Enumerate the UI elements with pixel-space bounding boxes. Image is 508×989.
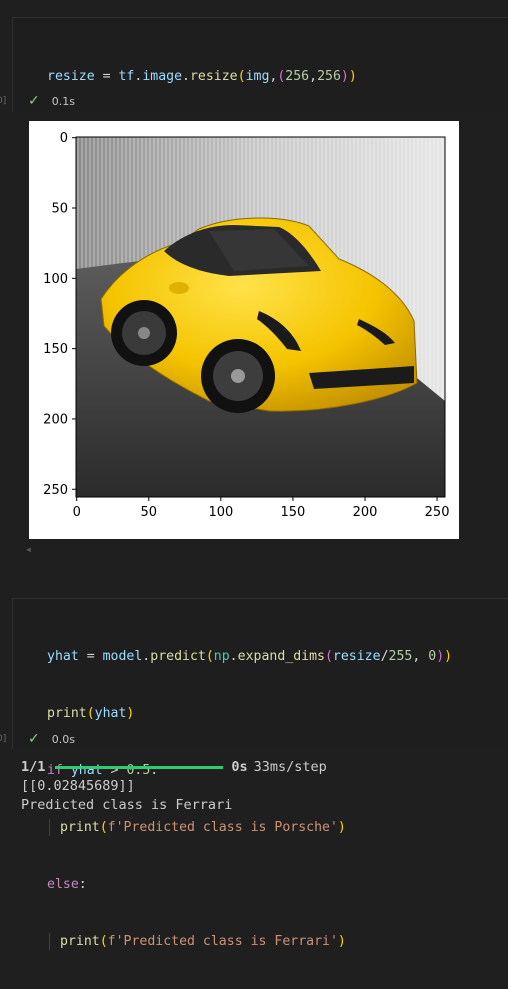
code-line: else: xyxy=(47,875,452,894)
code-line: print(f'Predicted class is Ferrari') xyxy=(47,932,452,951)
token: tf xyxy=(118,69,135,84)
code-line: print(yhat) xyxy=(47,704,452,723)
y-tick-label: 200 xyxy=(43,412,68,427)
token: model xyxy=(102,649,143,664)
x-tick-label: 250 xyxy=(425,505,450,520)
y-tick-label: 50 xyxy=(51,202,68,217)
x-tick-label: 50 xyxy=(141,505,158,520)
scroll-left-icon[interactable]: ◀ xyxy=(26,545,31,554)
indent-guide xyxy=(49,932,50,950)
y-tick-label: 250 xyxy=(43,483,68,498)
token: expand_dims xyxy=(237,649,325,664)
token: ( xyxy=(205,649,214,664)
token: yhat xyxy=(47,649,79,664)
token: image xyxy=(142,69,183,84)
execution-duration: 0.1s xyxy=(51,94,75,108)
token: ( xyxy=(86,706,95,721)
token: yhat xyxy=(94,706,127,721)
image-plot: 0 50 100 150 200 250 0 50 100 150 200 250 xyxy=(29,121,459,539)
check-icon: ✓ xyxy=(28,731,40,747)
token: ) xyxy=(337,934,346,949)
token: , xyxy=(412,649,429,664)
token: ) xyxy=(126,706,135,721)
y-tick-label: 100 xyxy=(43,272,68,287)
code-cell-1[interactable]: resize = tf.image.resize(img,(256,256)) … xyxy=(12,17,508,198)
token: ( xyxy=(324,649,333,664)
token: . xyxy=(229,649,238,664)
token: img xyxy=(245,69,270,84)
x-tick-label: 100 xyxy=(208,505,233,520)
token: ) xyxy=(337,820,346,835)
x-tick-label: 200 xyxy=(353,505,378,520)
token: ( xyxy=(99,934,108,949)
y-axis: 0 50 100 150 200 250 xyxy=(43,131,76,498)
token: . xyxy=(182,69,190,84)
execution-count: 0] xyxy=(0,96,7,106)
code-cell-2[interactable]: yhat = model.predict(np.expand_dims(resi… xyxy=(12,598,508,950)
code-line: yhat = model.predict(np.expand_dims(resi… xyxy=(47,647,452,666)
token: resize xyxy=(47,69,95,84)
token: : xyxy=(78,877,87,892)
plot-svg: 0 50 100 150 200 250 0 50 100 150 200 250 xyxy=(43,131,450,520)
execution-count: 0] xyxy=(0,734,7,744)
token: print xyxy=(60,820,100,835)
code-line: print(f'Predicted class is Porsche') xyxy=(47,818,452,837)
token: resize xyxy=(189,69,238,84)
token: ) xyxy=(444,649,453,664)
token: ) xyxy=(340,69,349,84)
token: ( xyxy=(99,820,108,835)
token: predict xyxy=(150,649,206,664)
cell-status: ✓ 0.1s xyxy=(28,93,75,109)
token: 256 xyxy=(317,69,341,84)
token: / xyxy=(380,649,389,664)
token: = xyxy=(78,649,103,664)
token: print xyxy=(60,934,100,949)
token: 256 xyxy=(285,69,310,84)
indent-guide xyxy=(49,818,50,836)
token: ) xyxy=(436,649,445,664)
y-tick-label: 150 xyxy=(43,342,68,357)
x-axis: 0 50 100 150 200 250 xyxy=(73,497,450,520)
result-output: Predicted class is Ferrari xyxy=(21,797,233,813)
progress-bar xyxy=(55,765,224,769)
token: , xyxy=(309,69,318,84)
token: resize xyxy=(332,649,381,664)
cell-status: ✓ 0.0s xyxy=(28,731,75,747)
y-tick-label: 0 xyxy=(60,131,68,146)
token: else xyxy=(47,877,79,892)
progress-rate: 33ms/step xyxy=(253,759,327,775)
x-tick-label: 150 xyxy=(281,505,306,520)
progress-time: 0s xyxy=(231,759,248,775)
token: = xyxy=(94,69,119,84)
token: print xyxy=(47,706,87,721)
token: np xyxy=(213,649,230,664)
token: f'Predicted class is Porsche' xyxy=(107,820,338,835)
x-tick-label: 0 xyxy=(73,505,81,520)
prediction-output: [[0.02845689]] xyxy=(21,778,135,794)
token: 255 xyxy=(388,649,413,664)
token: ) xyxy=(348,69,357,84)
token: 0 xyxy=(428,649,437,664)
token: ( xyxy=(237,69,246,84)
check-icon: ✓ xyxy=(28,93,40,109)
progress-line: 1/1 0s 33ms/step xyxy=(21,759,327,775)
progress-fill xyxy=(55,765,224,769)
progress-label: 1/1 xyxy=(21,759,46,775)
token: f'Predicted class is Ferrari' xyxy=(107,934,338,949)
car-photo xyxy=(76,137,445,497)
execution-duration: 0.0s xyxy=(51,732,75,746)
code-line: resize = tf.image.resize(img,(256,256)) xyxy=(47,67,357,86)
